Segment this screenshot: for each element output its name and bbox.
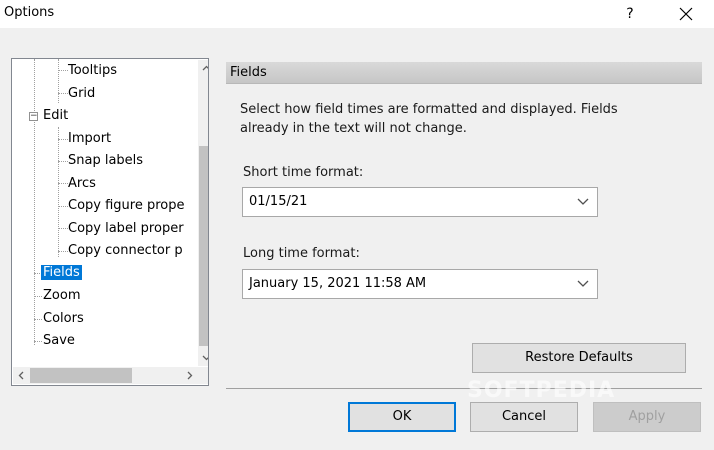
tree-line (34, 59, 35, 345)
long-time-format-label: Long time format: (243, 246, 360, 261)
short-time-format-label: Short time format: (243, 165, 364, 180)
tree-line (58, 127, 59, 257)
separator (226, 388, 702, 389)
chevron-right-icon (187, 371, 193, 380)
ok-button[interactable]: OK (348, 402, 456, 432)
tree-line (34, 341, 42, 342)
tree-line (58, 251, 68, 252)
scroll-corner (198, 367, 208, 384)
long-time-format-value: January 15, 2021 11:58 AM (249, 276, 427, 291)
tree-item-zoom[interactable]: Zoom (43, 285, 80, 307)
scroll-left-button[interactable] (13, 367, 30, 384)
tree-line (58, 161, 68, 162)
vertical-scroll-thumb[interactable] (199, 146, 208, 346)
short-time-format-value: 01/15/21 (249, 194, 308, 209)
tree-item-colors[interactable]: Colors (43, 308, 84, 330)
tree-line (58, 59, 59, 103)
tree-item-edit[interactable]: Edit (43, 105, 68, 127)
chevron-up-icon (202, 65, 208, 71)
cancel-button[interactable]: Cancel (470, 402, 578, 432)
tree-line (58, 183, 68, 184)
tree-item-fields[interactable]: Fields (41, 262, 82, 284)
scroll-up-button[interactable] (198, 60, 208, 77)
tree-line (34, 296, 42, 297)
long-time-format-select[interactable]: January 15, 2021 11:58 AM (242, 269, 598, 299)
tree-item-import[interactable]: Import (68, 128, 111, 150)
chevron-down-icon (577, 198, 589, 205)
scroll-down-button[interactable] (198, 349, 208, 366)
collapse-icon[interactable]: − (29, 112, 38, 121)
chevron-left-icon (18, 371, 24, 380)
vertical-scrollbar[interactable] (198, 60, 208, 366)
tree-item-fields-label: Fields (41, 265, 82, 280)
apply-button[interactable]: Apply (593, 402, 701, 432)
panel-description: Select how field times are formatted and… (240, 102, 618, 136)
tree-item-copy-label-properties[interactable]: Copy label proper (68, 218, 184, 240)
help-button[interactable]: ? (615, 3, 645, 25)
title-bar: Options ? (0, 0, 714, 28)
close-button[interactable] (664, 3, 708, 25)
scroll-right-button[interactable] (181, 367, 198, 384)
tree-line (58, 206, 68, 207)
tree-line (58, 228, 68, 229)
chevron-down-icon (577, 280, 589, 287)
tree-line (58, 139, 68, 140)
tree-item-grid[interactable]: Grid (68, 83, 95, 105)
watermark: SOFTPEDIA (467, 378, 616, 403)
section-header: Fields (226, 62, 702, 84)
section-title: Fields (230, 65, 267, 80)
tree-item-save[interactable]: Save (43, 330, 75, 352)
short-time-format-select[interactable]: 01/15/21 (242, 187, 598, 217)
tree-item-snap-labels[interactable]: Snap labels (68, 150, 143, 172)
options-tree[interactable]: Tooltips Grid − Edit Import Snap labels … (11, 58, 209, 386)
chevron-down-icon (202, 355, 208, 361)
close-icon (679, 7, 693, 21)
window-title: Options (4, 5, 55, 20)
tree-item-arcs[interactable]: Arcs (68, 173, 96, 195)
horizontal-scrollbar[interactable] (13, 367, 198, 384)
horizontal-scroll-thumb[interactable] (30, 368, 132, 383)
tree-line (58, 93, 68, 94)
tree-item-copy-figure-properties[interactable]: Copy figure prope (68, 195, 185, 217)
restore-defaults-button[interactable]: Restore Defaults (472, 343, 686, 373)
tree-item-copy-connector-properties[interactable]: Copy connector p (68, 240, 183, 262)
tree-line (34, 319, 42, 320)
tree-line (58, 70, 68, 71)
tree-item-tooltips[interactable]: Tooltips (68, 60, 117, 82)
